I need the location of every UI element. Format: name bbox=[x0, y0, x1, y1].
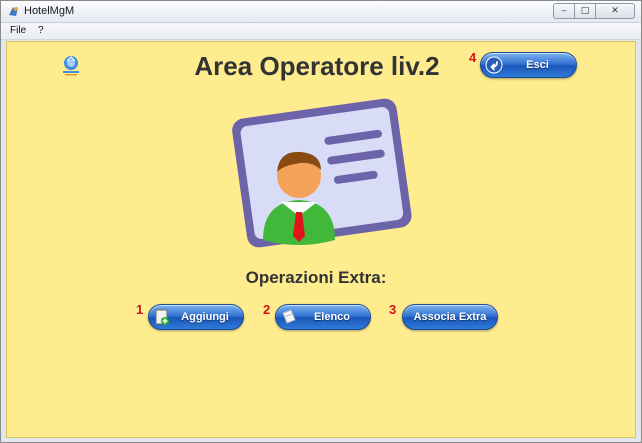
add-button[interactable]: Aggiungi bbox=[148, 304, 244, 330]
list-badge: 2 bbox=[263, 302, 271, 317]
add-badge: 1 bbox=[136, 302, 144, 317]
maximize-button[interactable]: □ bbox=[574, 3, 596, 19]
app-icon bbox=[9, 7, 18, 16]
back-arrow-icon bbox=[485, 56, 503, 74]
app-window: HotelMgM ‒ □ ✕ File ? Area Operatore liv… bbox=[0, 0, 642, 443]
close-button[interactable]: ✕ bbox=[595, 3, 635, 19]
exit-badge: 4 bbox=[469, 50, 477, 65]
page-title: Area Operatore liv.2 bbox=[194, 51, 440, 81]
menu-bar: File ? bbox=[1, 23, 641, 40]
menu-help[interactable]: ? bbox=[38, 25, 44, 36]
main-panel: Area Operatore liv.2 4 Esci Operazioni E… bbox=[6, 41, 636, 438]
associate-extra-button-label: Associa Extra bbox=[413, 311, 487, 323]
exit-button[interactable]: Esci bbox=[480, 52, 577, 78]
document-icon bbox=[282, 309, 296, 324]
list-button[interactable]: Elenco bbox=[275, 304, 371, 330]
title-bar[interactable]: HotelMgM ‒ □ ✕ bbox=[1, 1, 641, 23]
list-button-label: Elenco bbox=[313, 311, 351, 323]
add-button-label: Aggiungi bbox=[181, 311, 229, 323]
section-title: Operazioni Extra: bbox=[245, 268, 387, 287]
user-card-icon bbox=[232, 98, 412, 248]
associate-extra-button[interactable]: Associa Extra bbox=[402, 304, 498, 330]
window-controls: ‒ □ ✕ bbox=[553, 3, 635, 19]
add-document-icon bbox=[155, 309, 169, 325]
hotel-logo-icon bbox=[63, 56, 79, 76]
associate-badge: 3 bbox=[389, 302, 397, 317]
exit-button-label: Esci bbox=[526, 59, 549, 71]
menu-file[interactable]: File bbox=[10, 25, 26, 36]
minimize-button[interactable]: ‒ bbox=[553, 3, 575, 19]
window-title: HotelMgM bbox=[24, 5, 75, 17]
